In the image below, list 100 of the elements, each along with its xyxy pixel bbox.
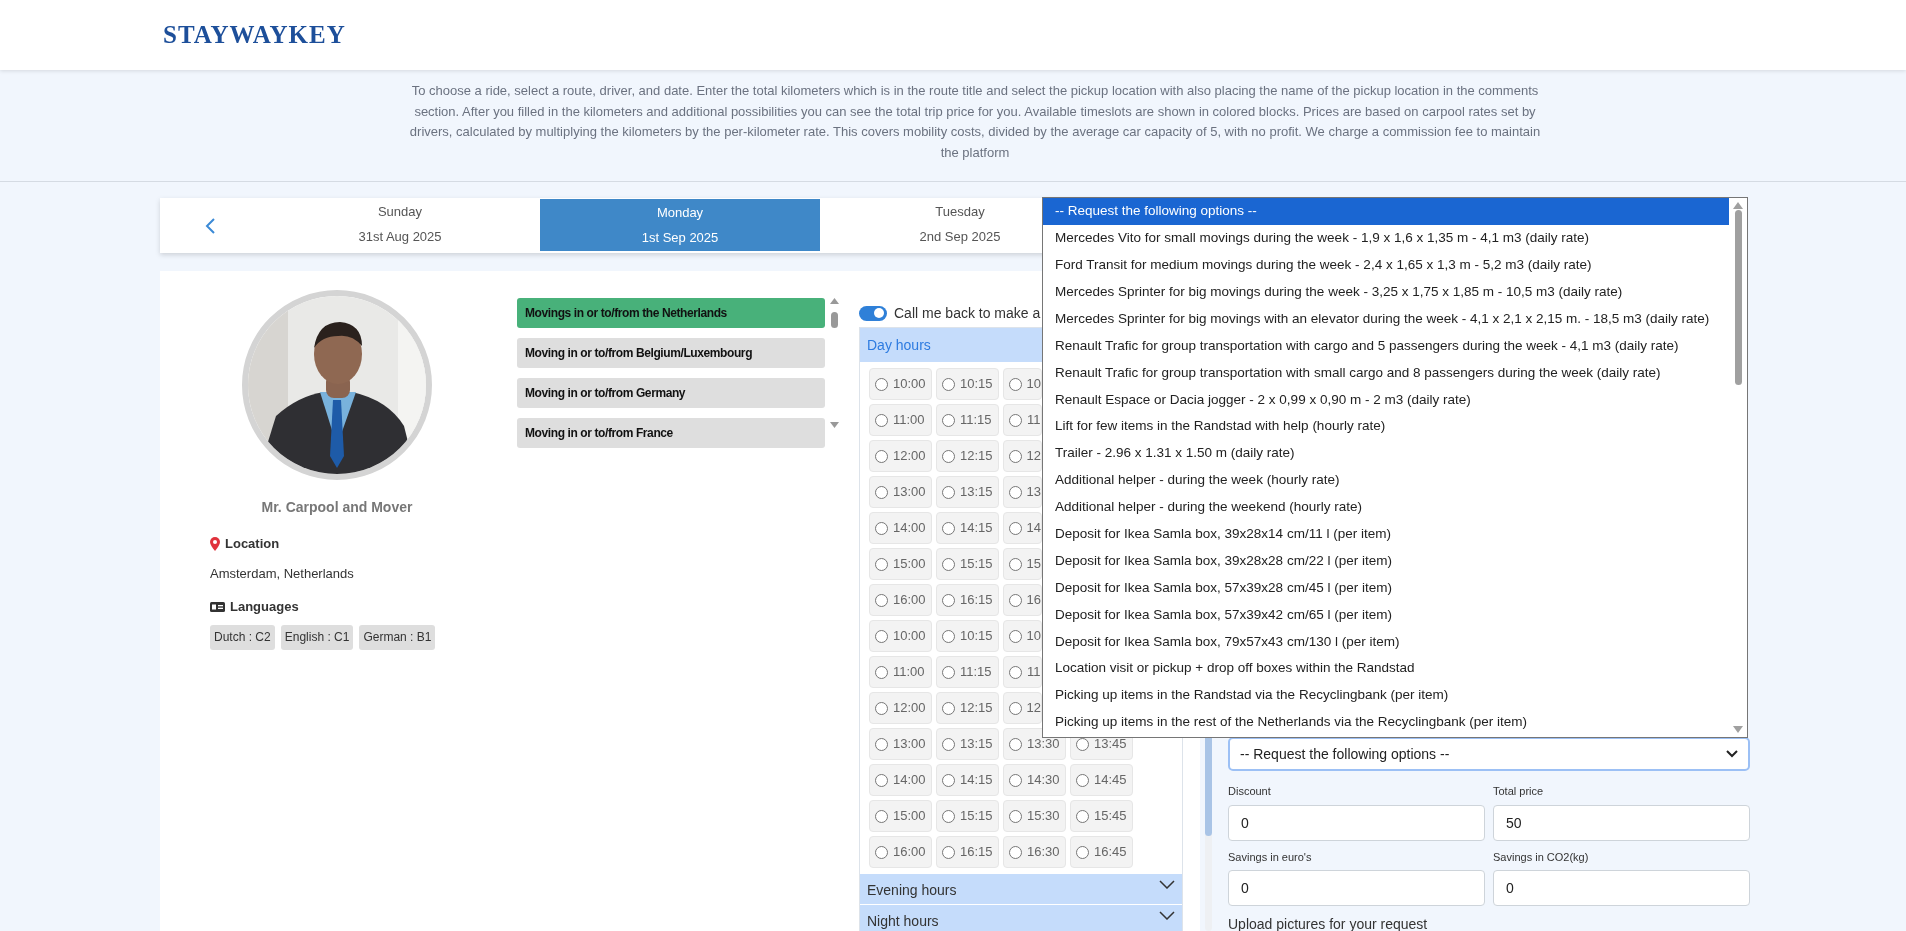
radio-button[interactable] [942, 845, 955, 859]
radio-button[interactable] [1009, 449, 1022, 463]
radio-button[interactable] [1009, 521, 1022, 535]
dropdown-option[interactable]: Location visit or pickup + drop off boxes within the Randstad [1043, 655, 1729, 683]
dropdown-option[interactable]: Mercedes Vito for small movings during the week - 1,9 x 1,6 x 1,35 m - 4,1 m3 (daily rate) [1043, 224, 1729, 252]
radio-button[interactable] [1009, 485, 1022, 499]
time-slot[interactable]: 12 [1003, 440, 1042, 472]
logo[interactable]: STAYWAYKEY [163, 16, 346, 54]
time-slot[interactable]: 12:00 [869, 692, 932, 724]
radio-button[interactable] [1009, 593, 1022, 607]
toggle-switch[interactable] [859, 305, 887, 321]
dropdown-option[interactable]: Additional helper - during the week (hourly rate) [1043, 466, 1729, 494]
time-slot[interactable]: 15 [1003, 548, 1042, 580]
time-slot[interactable]: 10:00 [869, 620, 932, 652]
radio-button[interactable] [1009, 557, 1022, 571]
time-slot[interactable]: 16:30 [1003, 836, 1066, 868]
radio-button[interactable] [942, 413, 955, 427]
scrollbar-thumb[interactable] [830, 312, 838, 328]
radio-button[interactable] [875, 377, 888, 391]
radio-button[interactable] [942, 809, 955, 823]
time-slot[interactable]: 16:45 [1070, 836, 1133, 868]
radio-button[interactable] [875, 737, 888, 751]
route-item[interactable]: Moving in or to/from France [517, 418, 825, 448]
radio-button[interactable] [1009, 413, 1022, 427]
time-slot[interactable]: 12 [1003, 692, 1042, 724]
radio-button[interactable] [875, 521, 888, 535]
time-slot[interactable]: 16:00 [869, 584, 932, 616]
radio-button[interactable] [942, 557, 955, 571]
dropdown-option[interactable]: Deposit for Ikea Samla box, 39x28x14 cm/11 l (per item) [1043, 520, 1729, 548]
radio-button[interactable] [875, 557, 888, 571]
time-slot[interactable]: 14:15 [936, 512, 999, 544]
time-slot[interactable]: 13:15 [936, 476, 999, 508]
time-slot[interactable]: 12:00 [869, 440, 932, 472]
time-slot[interactable]: 10 [1003, 368, 1042, 400]
input-field[interactable]: 0 [1228, 804, 1485, 841]
time-slot[interactable]: 12:15 [936, 692, 999, 724]
radio-button[interactable] [1009, 665, 1022, 679]
dropdown-option[interactable]: -- Request the following options -- [1043, 198, 1729, 225]
scroll-down-arrow-icon[interactable] [829, 422, 839, 428]
dropdown-option[interactable]: Renault Espace or Dacia jogger - 2 x 0,99 x 0,90 m - 2 m3 (daily rate) [1043, 386, 1729, 414]
time-slot[interactable]: 14:00 [869, 764, 932, 796]
time-slot[interactable]: 15:45 [1070, 800, 1133, 832]
time-slot[interactable]: 10:15 [936, 368, 999, 400]
radio-button[interactable] [875, 845, 888, 859]
input-field[interactable]: 50 [1493, 804, 1750, 841]
time-slot[interactable]: 10 [1003, 620, 1042, 652]
time-slot[interactable]: 16:15 [936, 836, 999, 868]
time-slot[interactable]: 13 [1003, 476, 1042, 508]
time-slot[interactable]: 13:00 [869, 476, 932, 508]
time-slot[interactable]: 10:15 [936, 620, 999, 652]
radio-button[interactable] [942, 449, 955, 463]
time-slot[interactable]: 15:00 [869, 800, 932, 832]
time-slot[interactable]: 13:15 [936, 728, 999, 760]
time-slot[interactable]: 16 [1003, 584, 1042, 616]
dropdown-option[interactable]: Picking up items in the Randstad via the Recyclingbank (per item) [1043, 682, 1729, 709]
time-slot[interactable]: 14:15 [936, 764, 999, 796]
radio-button[interactable] [942, 701, 955, 715]
time-slot[interactable]: 11:15 [936, 656, 999, 688]
radio-button[interactable] [875, 809, 888, 823]
radio-button[interactable] [1009, 737, 1022, 751]
radio-button[interactable] [1076, 773, 1089, 787]
radio-button[interactable] [1009, 629, 1022, 643]
input-field[interactable]: 0 [1493, 870, 1750, 906]
dropdown-option[interactable]: Deposit for Ikea Samla box, 57x39x42 cm/65 l (per item) [1043, 601, 1729, 629]
radio-button[interactable] [942, 629, 955, 643]
time-slot[interactable]: 11:00 [869, 404, 932, 436]
time-slot[interactable]: 16:15 [936, 584, 999, 616]
time-slot[interactable]: 11:15 [936, 404, 999, 436]
radio-button[interactable] [942, 521, 955, 535]
route-item[interactable]: Moving in or to/from Germany [517, 378, 825, 408]
time-slot[interactable]: 14:00 [869, 512, 932, 544]
day-tab[interactable]: Sunday 31st Aug 2025 [260, 198, 540, 250]
time-slot[interactable]: 15:15 [936, 800, 999, 832]
dropdown-option[interactable]: Additional helper - during the weekend (hourly rate) [1043, 493, 1729, 521]
time-slot[interactable]: 15:00 [869, 548, 932, 580]
section-header[interactable]: Night hours [860, 905, 1182, 931]
time-slot[interactable]: 14:45 [1070, 764, 1133, 796]
radio-button[interactable] [875, 773, 888, 787]
dropdown-option[interactable]: Trailer - 2.96 x 1.31 x 1.50 m (daily rate) [1043, 440, 1729, 467]
time-slot[interactable]: 10:00 [869, 368, 932, 400]
radio-button[interactable] [875, 485, 888, 499]
radio-button[interactable] [1009, 809, 1022, 823]
time-slot[interactable]: 11 [1003, 404, 1042, 436]
radio-button[interactable] [875, 413, 888, 427]
options-dropdown[interactable] [1042, 197, 1748, 738]
dropdown-option[interactable]: Mercedes Sprinter for big movings during the week - 3,25 x 1,75 x 1,85 m - 10,5 m3 (daily rate) [1043, 278, 1729, 306]
time-slot[interactable]: 14 [1003, 512, 1042, 544]
dropdown-option[interactable]: Deposit for Ikea Samla box, 79x57x43 cm/130 l (per item) [1043, 628, 1729, 656]
time-slot[interactable]: 11 [1003, 656, 1042, 688]
scroll-up-arrow-icon[interactable] [1733, 202, 1743, 209]
radio-button[interactable] [942, 665, 955, 679]
dropdown-option[interactable]: Renault Trafic for group transportation with small cargo and 8 passengers during the week (daily rate) [1043, 359, 1729, 387]
radio-button[interactable] [942, 485, 955, 499]
dropdown-option[interactable]: Lift for few items in the Randstad with help (hourly rate) [1043, 413, 1729, 440]
time-slot[interactable]: 16:00 [869, 836, 932, 868]
radio-button[interactable] [1009, 377, 1022, 391]
radio-button[interactable] [875, 593, 888, 607]
radio-button[interactable] [875, 629, 888, 643]
time-slot[interactable]: 12:15 [936, 440, 999, 472]
time-slot[interactable]: 15:30 [1003, 800, 1066, 832]
